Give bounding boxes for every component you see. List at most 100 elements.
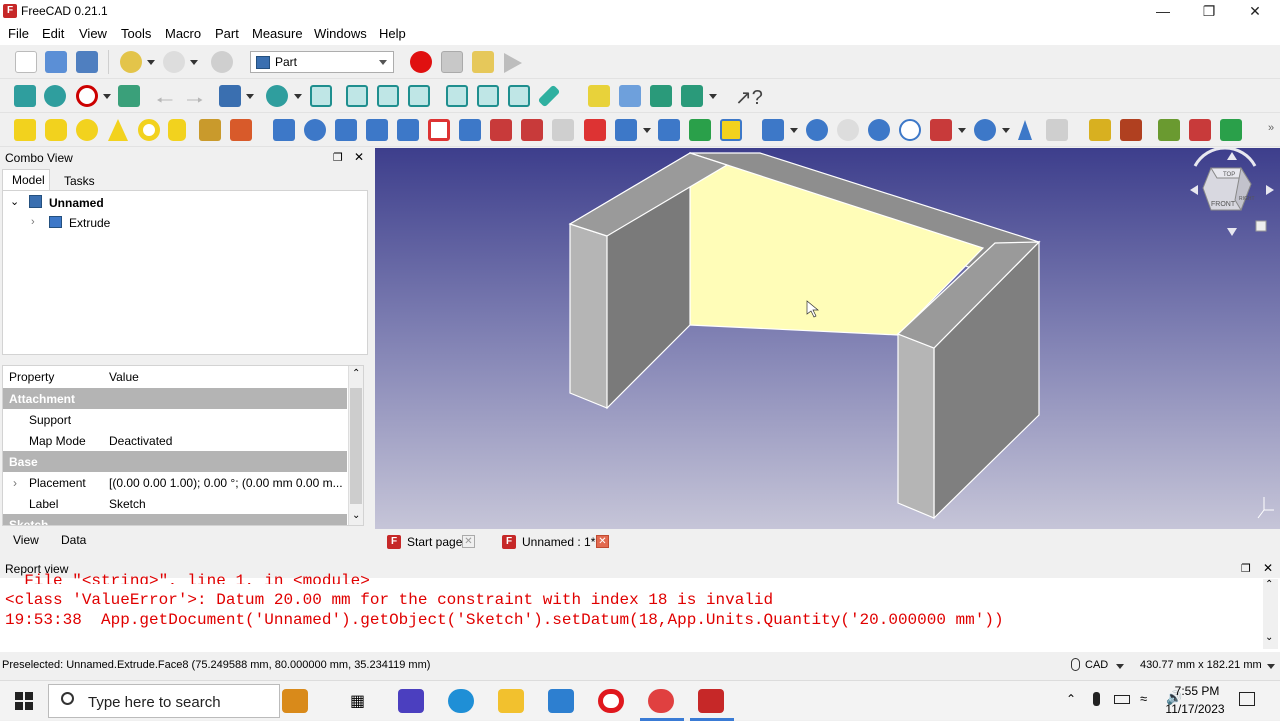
redo-dropdown-icon[interactable] <box>190 60 198 65</box>
visual-studio-icon[interactable] <box>398 689 424 713</box>
mail-icon[interactable] <box>548 689 574 713</box>
draw-style-dropdown-icon[interactable] <box>103 94 111 99</box>
property-row-support[interactable]: Support <box>3 409 347 430</box>
front-view-icon[interactable] <box>346 85 368 107</box>
offset-dropdown-icon[interactable] <box>643 128 651 133</box>
join-icon[interactable] <box>974 119 996 141</box>
zoom-icon[interactable] <box>266 85 288 107</box>
tab-unnamed[interactable]: Unnamed : 1* <box>522 535 595 549</box>
cube-icon[interactable] <box>14 119 36 141</box>
task-view-icon[interactable]: ▦ <box>350 691 365 711</box>
close-window-button[interactable]: ✕ <box>1232 0 1278 23</box>
opera-icon[interactable] <box>598 689 624 713</box>
draw-style-icon[interactable] <box>76 85 98 107</box>
measure-distance-icon[interactable] <box>537 84 561 108</box>
tube-icon[interactable] <box>168 119 186 141</box>
battery-icon[interactable] <box>1114 695 1130 704</box>
tree-item-unnamed[interactable]: Unnamed <box>49 196 104 210</box>
boolean-icon[interactable] <box>806 119 828 141</box>
property-row-map-mode[interactable]: Map Mode Deactivated <box>3 430 347 451</box>
toolbar-overflow-icon[interactable]: » <box>1268 122 1274 134</box>
workbench-selector[interactable]: Part <box>250 51 394 73</box>
navigation-dropdown-icon[interactable] <box>1116 664 1124 669</box>
notifications-icon[interactable] <box>1239 692 1255 706</box>
loft-icon[interactable] <box>459 119 481 141</box>
section-icon[interactable] <box>521 119 543 141</box>
collapse-arrow-icon[interactable]: ⌄ <box>10 195 19 208</box>
file-explorer-icon[interactable] <box>498 689 524 713</box>
cut-icon[interactable] <box>837 119 859 141</box>
rear-view-icon[interactable] <box>446 85 468 107</box>
top-view-icon[interactable] <box>377 85 399 107</box>
record-macro-icon[interactable] <box>410 51 432 73</box>
bounding-box-icon[interactable] <box>118 85 140 107</box>
link-dropdown-icon[interactable] <box>709 94 717 99</box>
bottom-view-icon[interactable] <box>477 85 499 107</box>
menu-view[interactable]: View <box>79 26 107 41</box>
measure-clear-icon[interactable] <box>1189 119 1211 141</box>
navigation-cube[interactable]: TOP FRONT RIGHT <box>1190 148 1274 236</box>
edge-icon[interactable] <box>448 689 474 713</box>
revolve-icon[interactable] <box>304 119 326 141</box>
expand-arrow-icon[interactable]: › <box>31 216 35 228</box>
report-scrollbar[interactable]: ⌃ ⌄ <box>1263 579 1278 649</box>
fuse-icon[interactable] <box>868 119 890 141</box>
defeaturing-icon[interactable] <box>1046 119 1068 141</box>
menu-file[interactable]: File <box>8 26 29 41</box>
left-view-icon[interactable] <box>508 85 530 107</box>
undo-icon[interactable] <box>120 51 142 73</box>
windows-start-icon[interactable] <box>15 692 33 710</box>
left-wall-front[interactable] <box>569 223 608 409</box>
sphere-icon[interactable] <box>76 119 98 141</box>
menu-windows[interactable]: Windows <box>314 26 367 41</box>
link-actions-icon[interactable] <box>681 85 703 107</box>
menu-edit[interactable]: Edit <box>42 26 64 41</box>
offset-icon[interactable] <box>584 119 606 141</box>
3d-viewport[interactable]: TOP FRONT RIGHT <box>375 148 1280 529</box>
measure-refresh-icon[interactable] <box>1158 119 1180 141</box>
scroll-down-icon[interactable]: ⌄ <box>1265 632 1273 643</box>
mirror-icon[interactable] <box>335 119 357 141</box>
property-row-label[interactable]: Label Sketch <box>3 493 347 514</box>
scroll-thumb[interactable] <box>350 388 362 504</box>
tab-model[interactable]: Model <box>2 169 50 191</box>
edit-macro-icon[interactable] <box>472 51 494 73</box>
execute-macro-icon[interactable] <box>504 53 522 73</box>
measure-angular-icon[interactable] <box>1120 119 1142 141</box>
menu-tools[interactable]: Tools <box>121 26 151 41</box>
menu-help[interactable]: Help <box>379 26 406 41</box>
tab-view[interactable]: View <box>13 533 39 547</box>
color-per-face-icon[interactable] <box>689 119 711 141</box>
close-tab-icon[interactable]: ✕ <box>596 535 609 548</box>
undo-dropdown-icon[interactable] <box>147 60 155 65</box>
chamfer-icon[interactable] <box>397 119 419 141</box>
navigation-style[interactable]: CAD <box>1085 659 1108 671</box>
isometric-view-icon[interactable] <box>310 85 332 107</box>
cross-sections-icon[interactable] <box>552 119 574 141</box>
property-group-base[interactable]: Base <box>3 451 347 472</box>
compound-icon[interactable] <box>762 119 784 141</box>
fit-selection-icon[interactable] <box>44 85 66 107</box>
close-panel-icon[interactable]: ✕ <box>354 150 364 164</box>
microphone-icon[interactable] <box>1093 692 1100 706</box>
clock-date[interactable]: 11/17/2023 <box>1160 702 1230 716</box>
split-dropdown-icon[interactable] <box>958 128 966 133</box>
save-icon[interactable] <box>76 51 98 73</box>
std-views-dropdown-icon[interactable] <box>246 94 254 99</box>
property-scrollbar[interactable]: ⌃ ⌄ <box>348 366 363 525</box>
clock-time[interactable]: 7:55 PM <box>1169 684 1225 698</box>
property-group-sketch[interactable]: Sketch <box>3 514 347 525</box>
make-face-icon[interactable] <box>428 119 450 141</box>
menu-measure[interactable]: Measure <box>252 26 303 41</box>
thickness-icon[interactable] <box>615 119 637 141</box>
compound-dropdown-icon[interactable] <box>790 128 798 133</box>
extrude-icon[interactable] <box>273 119 295 141</box>
tray-chevron-icon[interactable]: ⌃ <box>1066 692 1076 706</box>
measure-toggle-icon[interactable] <box>1220 119 1242 141</box>
zoom-dropdown-icon[interactable] <box>294 94 302 99</box>
scroll-up-icon[interactable]: ⌃ <box>352 368 360 379</box>
expand-arrow-icon[interactable]: › <box>13 476 17 490</box>
property-row-placement[interactable]: › Placement [(0.00 0.00 1.00); 0.00 °; (0.… <box>3 472 347 493</box>
measure-linear-icon[interactable] <box>1089 119 1111 141</box>
shape-builder-icon[interactable] <box>230 119 252 141</box>
